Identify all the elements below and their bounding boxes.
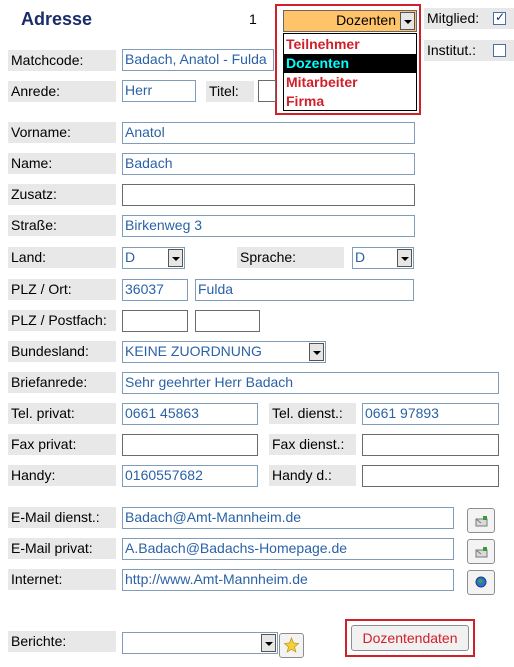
berichte-run-button[interactable] bbox=[279, 633, 304, 658]
sprache-value: D bbox=[355, 249, 366, 265]
chevron-down-icon[interactable] bbox=[168, 249, 183, 267]
matchcode-label: Matchcode: bbox=[8, 50, 116, 71]
fax-dienst-label: Fax dienst.: bbox=[269, 434, 356, 455]
berichte-label: Berichte: bbox=[8, 631, 116, 652]
zusatz-field[interactable] bbox=[122, 184, 415, 206]
fax-privat-label: Fax privat: bbox=[8, 434, 116, 455]
record-number: 1 bbox=[249, 11, 257, 27]
plz-ort-label: PLZ / Ort: bbox=[8, 279, 116, 300]
category-option-teilnehmer[interactable]: Teilnehmer bbox=[284, 35, 416, 54]
postfach-field[interactable] bbox=[195, 310, 260, 332]
send-mail-icon bbox=[475, 516, 488, 527]
email-privat-label: E-Mail privat: bbox=[8, 538, 116, 559]
plz-postfach-label: PLZ / Postfach: bbox=[8, 310, 116, 331]
strasse-label: Straße: bbox=[8, 215, 116, 236]
matchcode-field[interactable]: Badach, Anatol - Fulda bbox=[122, 49, 274, 71]
category-option-list: Teilnehmer Dozenten Mitarbeiter Firma bbox=[283, 33, 417, 111]
tel-privat-label: Tel. privat: bbox=[8, 403, 116, 424]
internet-open-button[interactable] bbox=[467, 570, 495, 595]
handy-d-label: Handy d.: bbox=[269, 465, 356, 486]
globe-icon bbox=[475, 576, 487, 588]
chevron-down-icon[interactable] bbox=[261, 634, 276, 652]
mitglied-checkbox[interactable] bbox=[493, 10, 506, 25]
vorname-field[interactable]: Anatol bbox=[122, 122, 415, 144]
email-privat-field[interactable]: A.Badach@Badachs-Homepage.de bbox=[122, 538, 454, 560]
briefanrede-label: Briefanrede: bbox=[8, 372, 116, 393]
ort-field[interactable]: Fulda bbox=[195, 279, 414, 301]
star-icon bbox=[283, 636, 300, 653]
name-field[interactable]: Badach bbox=[122, 153, 415, 175]
institut-checkbox[interactable] bbox=[493, 44, 506, 57]
tel-privat-field[interactable]: 0661 45863 bbox=[122, 403, 258, 425]
titel-field[interactable] bbox=[258, 80, 276, 102]
email-dienst-label: E-Mail dienst.: bbox=[8, 507, 116, 528]
dozentendaten-highlight: Dozentendaten bbox=[345, 619, 475, 657]
category-option-firma[interactable]: Firma bbox=[284, 92, 416, 111]
berichte-select[interactable] bbox=[122, 632, 278, 654]
anrede-field[interactable]: Herr bbox=[122, 80, 196, 102]
email-dienst-field[interactable]: Badach@Amt-Mannheim.de bbox=[122, 507, 454, 529]
sprache-label: Sprache: bbox=[237, 247, 344, 268]
chevron-down-icon[interactable] bbox=[400, 12, 415, 30]
tel-dienst-field[interactable]: 0661 97893 bbox=[362, 403, 499, 425]
category-dropdown-highlight: Dozenten Teilnehmer Dozenten Mitarbeiter… bbox=[275, 4, 421, 115]
dozentendaten-button[interactable]: Dozentendaten bbox=[351, 625, 469, 651]
handy-label: Handy: bbox=[8, 465, 116, 486]
strasse-field[interactable]: Birkenweg 3 bbox=[122, 215, 415, 237]
send-mail-icon bbox=[475, 547, 488, 558]
fax-dienst-field[interactable] bbox=[362, 434, 499, 456]
titel-label: Titel: bbox=[206, 81, 254, 102]
land-select[interactable]: D bbox=[122, 247, 185, 269]
category-select[interactable]: Dozenten bbox=[283, 10, 417, 32]
sprache-select[interactable]: D bbox=[352, 247, 414, 269]
bundesland-select[interactable]: KEINE ZUORDNUNG bbox=[122, 341, 326, 363]
handy-d-field[interactable] bbox=[362, 465, 499, 487]
bundesland-label: Bundesland: bbox=[8, 341, 116, 362]
internet-label: Internet: bbox=[8, 569, 116, 590]
category-selected-value: Dozenten bbox=[336, 12, 396, 28]
chevron-down-icon[interactable] bbox=[309, 343, 324, 361]
email-privat-send-button[interactable] bbox=[467, 539, 495, 564]
category-option-dozenten[interactable]: Dozenten bbox=[284, 54, 416, 73]
name-label: Name: bbox=[8, 153, 116, 174]
briefanrede-field[interactable]: Sehr geehrter Herr Badach bbox=[122, 372, 499, 394]
anrede-label: Anrede: bbox=[8, 81, 116, 102]
page-title: Adresse bbox=[21, 9, 93, 29]
internet-field[interactable]: http://www.Amt-Mannheim.de bbox=[122, 569, 454, 591]
fax-privat-field[interactable] bbox=[122, 434, 258, 456]
tel-dienst-label: Tel. dienst.: bbox=[269, 403, 356, 424]
bundesland-value: KEINE ZUORDNUNG bbox=[125, 343, 262, 359]
handy-field[interactable]: 0160557682 bbox=[122, 465, 258, 487]
land-value: D bbox=[125, 249, 136, 265]
postfach-plz-field[interactable] bbox=[122, 310, 188, 332]
land-label: Land: bbox=[8, 247, 116, 268]
email-dienst-send-button[interactable] bbox=[467, 508, 495, 533]
vorname-label: Vorname: bbox=[8, 122, 116, 143]
chevron-down-icon[interactable] bbox=[397, 249, 412, 267]
zusatz-label: Zusatz: bbox=[8, 184, 116, 205]
plz-field[interactable]: 36037 bbox=[122, 279, 188, 301]
category-option-mitarbeiter[interactable]: Mitarbeiter bbox=[284, 73, 416, 92]
